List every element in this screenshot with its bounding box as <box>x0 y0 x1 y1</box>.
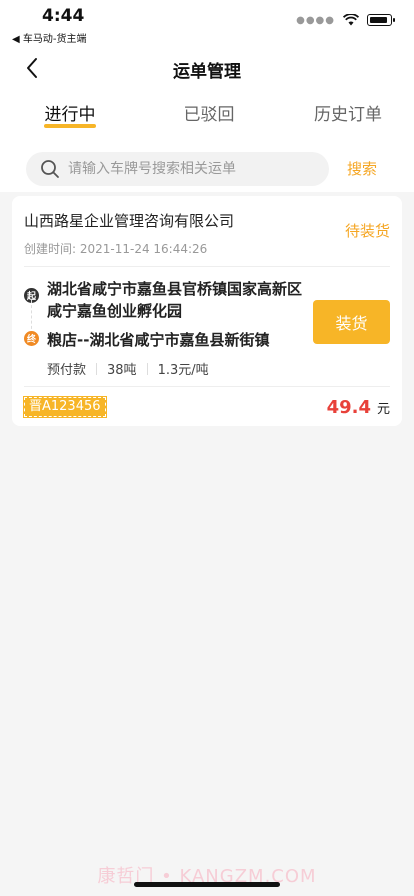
meta-separator <box>146 362 148 375</box>
status-time: 4:44 <box>42 6 85 26</box>
search-icon <box>41 160 59 178</box>
signal-icon: ●●●● <box>296 14 335 26</box>
home-indicator[interactable] <box>134 882 280 887</box>
destination-address: 粮店--湖北省咸宁市嘉鱼县新街镇 <box>47 331 270 349</box>
company-name: 山西路星企业管理咨询有限公司 <box>24 212 235 230</box>
cargo-weight: 38吨 <box>107 363 137 378</box>
tab-rejected[interactable]: 已驳回 <box>159 100 259 125</box>
meta-separator <box>96 362 98 375</box>
battery-icon <box>367 14 395 26</box>
search-button[interactable]: 搜索 <box>347 158 377 179</box>
payment-type: 预付款 <box>47 363 87 378</box>
freight-rate: 1.3元/吨 <box>157 363 209 378</box>
order-card[interactable]: 山西路星企业管理咨询有限公司 待装货 创建时间: 2021-11-24 16:4… <box>12 196 402 426</box>
status-badge: 待装货 <box>344 222 390 240</box>
status-indicators: ●●●● <box>296 14 395 26</box>
divider <box>24 386 390 387</box>
route-line <box>31 300 32 334</box>
tab-in-progress[interactable]: 进行中 <box>20 100 120 125</box>
price-unit: 元 <box>376 402 390 417</box>
search-box[interactable] <box>26 152 329 186</box>
created-time: 创建时间: 2021-11-24 16:44:26 <box>24 242 208 256</box>
tab-bar: 进行中 已驳回 历史订单 <box>0 100 414 136</box>
status-back-app[interactable]: ◀ 车马动-货主端 <box>12 30 86 45</box>
price-value: 49.4 <box>326 397 371 418</box>
order-meta: 预付款 38吨 1.3元/吨 <box>47 359 209 378</box>
active-tab-indicator <box>44 124 96 128</box>
load-button[interactable]: 装货 <box>313 300 390 344</box>
license-plate: 晋A123456 <box>23 396 107 418</box>
origin-address: 湖北省咸宁市嘉鱼县官桥镇国家高新区咸宁嘉鱼创业孵化园 <box>47 280 303 320</box>
page-title: 运单管理 <box>173 62 241 82</box>
destination-marker-icon: 终 <box>24 331 39 346</box>
price: 49.4 元 <box>327 397 390 418</box>
divider <box>24 266 390 267</box>
tab-history[interactable]: 历史订单 <box>298 100 398 125</box>
search-input[interactable] <box>68 161 308 177</box>
wifi-icon <box>343 14 359 26</box>
